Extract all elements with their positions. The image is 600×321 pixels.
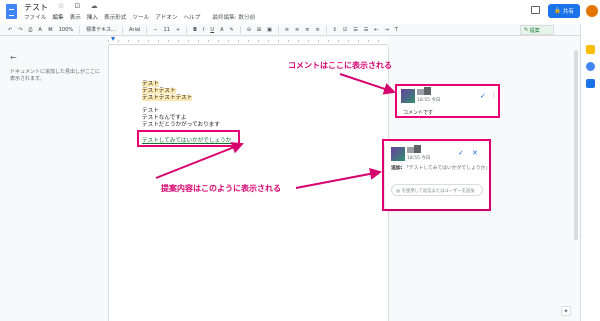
align-right-icon[interactable]: ≡ (305, 27, 309, 33)
formatting-toolbar: ↶ ↷ ⎙ A ⌘ 100% 標準テキス… Arial − 11 + B I U… (0, 24, 600, 36)
menu-view[interactable]: 表示 (70, 13, 81, 21)
italic-icon[interactable]: I (203, 27, 204, 33)
separator (325, 25, 327, 34)
scrollbar-thumb[interactable] (574, 50, 578, 240)
side-panel (580, 24, 600, 321)
font-select[interactable]: Arial (129, 27, 140, 33)
align-left-icon[interactable]: ≡ (285, 27, 289, 33)
paint-format-icon[interactable]: ⌘ (48, 27, 53, 33)
justify-icon[interactable]: ≡ (315, 27, 319, 33)
reject-x-icon[interactable]: ✕ (472, 149, 478, 157)
menu-help[interactable]: ヘルプ (184, 13, 201, 21)
redo-icon[interactable]: ↷ (18, 27, 22, 33)
font-size-field[interactable]: 11 (164, 27, 170, 33)
suggester-avatar (391, 147, 405, 161)
doc-line[interactable]: テストだとうかがっております (142, 122, 220, 129)
align-center-icon[interactable]: ≡ (295, 27, 299, 33)
decrease-size-icon[interactable]: − (153, 27, 157, 33)
comment-text: コメントです (403, 110, 434, 116)
suggestion-time: 18:55 今日 (407, 156, 431, 161)
increase-indent-icon[interactable]: ⇥ (385, 27, 389, 33)
tasks-icon[interactable] (586, 62, 595, 71)
back-arrow-icon[interactable]: ← (10, 53, 17, 62)
docs-logo-icon[interactable] (6, 4, 17, 19)
suggested-text[interactable]: テストしてみてはいかがでしょうか (142, 136, 231, 144)
share-label: 共有 (562, 9, 574, 15)
outline-note: ドキュメントに追加した見出しがここに表示されます。 (10, 69, 101, 82)
menu-edit[interactable]: 編集 (52, 13, 63, 21)
spellcheck-icon[interactable]: A (38, 27, 41, 33)
separator (146, 25, 148, 34)
menu-bar: ファイル 編集 表示 挿入 表示形式 ツール アドオン ヘルプ 最終編集: 数分… (24, 13, 255, 21)
menu-file[interactable]: ファイル (24, 13, 46, 21)
menu-insert[interactable]: 挿入 (87, 13, 98, 21)
ruler-ticks (108, 40, 388, 42)
lock-icon: 🔒 (554, 8, 561, 14)
text-color-icon[interactable]: A (220, 27, 223, 33)
doc-line[interactable]: テストテストテスト (142, 95, 193, 102)
ruler[interactable] (108, 37, 388, 45)
suggester-name-redacted (407, 147, 414, 153)
reply-input[interactable]: @ を使用して返信またはユーザーを追加 (391, 184, 483, 196)
doc-line[interactable]: テスト (142, 108, 159, 115)
last-edit-status[interactable]: 最終編集: 数分前 (212, 13, 255, 21)
calendar-icon[interactable] (586, 79, 595, 88)
bullet-list-icon[interactable]: ☰ (353, 27, 357, 33)
link-icon[interactable]: ⊖ (247, 27, 251, 33)
menu-format[interactable]: 表示形式 (104, 13, 126, 21)
commenter-avatar (401, 89, 415, 103)
comment-callout: コメントはここに表示される (288, 61, 392, 70)
decrease-indent-icon[interactable]: ⇤ (374, 27, 378, 33)
numbered-list-icon[interactable]: ☰ (364, 27, 368, 33)
separator (239, 25, 241, 34)
keep-icon[interactable] (586, 45, 595, 54)
share-button[interactable]: 🔒 共有 (548, 4, 580, 18)
comment-history-icon[interactable] (531, 6, 540, 14)
commenter-name-redacted (417, 89, 424, 95)
explore-icon[interactable]: ✦ (561, 306, 571, 316)
clear-format-icon[interactable]: T (395, 27, 398, 33)
document-title[interactable]: テスト (24, 2, 48, 13)
suggester-name-redacted (414, 145, 421, 153)
bold-icon[interactable]: B (193, 27, 197, 33)
zoom-select[interactable]: 100% (59, 27, 73, 33)
underline-icon[interactable]: U (210, 27, 214, 33)
account-avatar[interactable] (586, 5, 598, 17)
menu-addons[interactable]: アドオン (155, 13, 177, 21)
doc-line[interactable]: テストなんですよ (142, 115, 186, 122)
vertical-scrollbar[interactable] (574, 46, 578, 246)
print-icon[interactable]: ⎙ (28, 27, 32, 33)
doc-line[interactable]: テストテスト (142, 88, 176, 95)
mode-label: 提案 (529, 27, 540, 34)
more-options-icon[interactable]: ⋮ (491, 92, 497, 99)
image-icon[interactable]: ▣ (267, 27, 272, 33)
suggestion-detail: 追加: 「テストしてみてはいかがでしょうか」 (391, 166, 491, 171)
separator (277, 25, 279, 34)
comment-time: 18:55 今日 (417, 98, 441, 103)
separator (186, 25, 188, 34)
title-action-icons[interactable]: ☆ ⊡ ☁ (58, 2, 102, 10)
accept-check-icon[interactable]: ✓ (458, 149, 464, 157)
style-select[interactable]: 標準テキス… (86, 26, 116, 33)
commenter-name-redacted (424, 87, 431, 95)
header-bar: テスト ☆ ⊡ ☁ ファイル 編集 表示 挿入 表示形式 ツール アドオン ヘル… (0, 0, 600, 24)
separator (79, 25, 81, 34)
suggest-mode-select[interactable]: ✎ 提案 (520, 25, 554, 35)
increase-size-icon[interactable]: + (176, 27, 180, 33)
separator (122, 25, 123, 34)
checklist-icon[interactable]: ☑ (343, 27, 347, 33)
highlight-icon[interactable]: ✎ (230, 27, 234, 33)
line-spacing-icon[interactable]: ↕ (333, 27, 337, 33)
suggestion-callout: 提案内容はこのように表示される (161, 184, 281, 193)
undo-icon[interactable]: ↶ (8, 27, 12, 33)
add-comment-icon[interactable]: ⊞ (257, 27, 261, 33)
menu-tools[interactable]: ツール (132, 13, 149, 21)
resolve-check-icon[interactable]: ✓ (480, 92, 486, 100)
doc-line[interactable]: テスト (142, 81, 159, 88)
